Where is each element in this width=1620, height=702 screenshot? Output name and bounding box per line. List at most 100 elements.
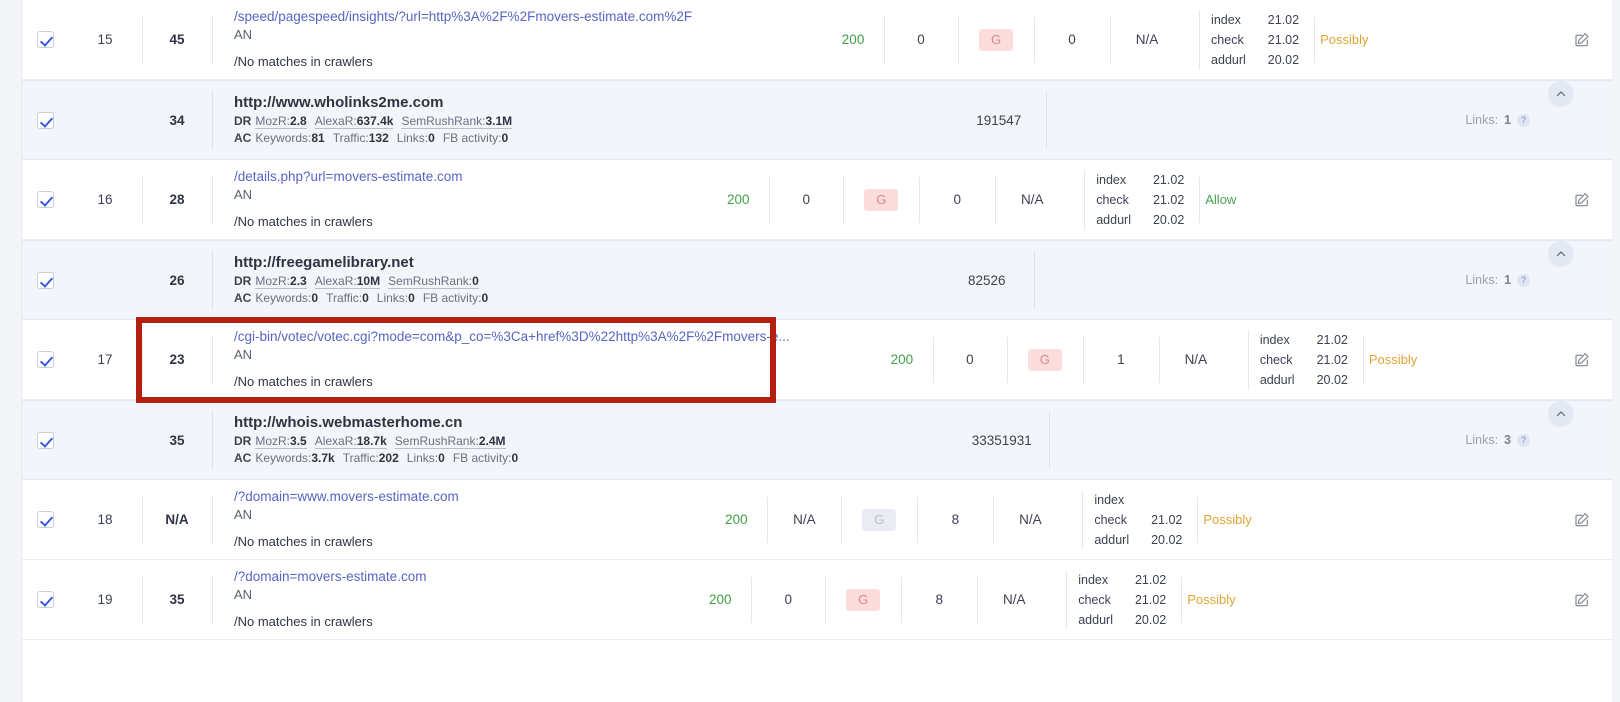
dr-metric-semrushrank[interactable]: SemRushRank:3.1M — [401, 114, 513, 129]
dr-metric-semrushrank[interactable]: SemRushRank:2.4M — [394, 434, 506, 449]
google-badge[interactable]: G — [979, 28, 1014, 51]
dr-metric-alexar[interactable]: AlexaR:18.7k — [314, 434, 387, 449]
row-select-cell — [22, 560, 68, 639]
metric-value: 2.8 — [290, 114, 307, 128]
row-url-cell: /?domain=www.movers-estimate.com AN/No ma… — [212, 480, 705, 559]
dr-metric-mozr[interactable]: MozR:3.5 — [255, 434, 307, 449]
metric-value: 0 — [481, 291, 489, 305]
dr-metric-alexar[interactable]: AlexaR:10M — [314, 274, 381, 289]
metric-value: 2.3 — [290, 274, 307, 288]
checkbox-checked-icon[interactable] — [36, 31, 54, 48]
dr-metric-mozr[interactable]: MozR:2.8 — [255, 114, 307, 129]
metric-2-cell: 0 — [919, 160, 995, 239]
url-link[interactable]: /?domain=movers-estimate.com — [234, 568, 426, 585]
metric-value: 637.4k — [356, 114, 394, 128]
ac-metric-keywords[interactable]: Keywords:81 — [255, 131, 324, 145]
question-mark-icon[interactable]: ? — [1517, 113, 1530, 127]
domain-count-cell: 191547 — [951, 81, 1047, 159]
ac-metric-links[interactable]: Links:0 — [377, 291, 415, 305]
edit-icon[interactable] — [1574, 352, 1590, 368]
date-key-addurl: addurl — [1211, 52, 1246, 67]
row-number-cell: 16 — [97, 192, 113, 207]
row-spacer — [1301, 560, 1552, 639]
metric-value: 132 — [368, 131, 389, 145]
domain-group-row: 35 http://whois.webmasterhome.cn DR MozR:3.… — [22, 400, 1612, 480]
dates-cell: index 21.02 check 21.02 addurl 20.02 — [1233, 320, 1363, 399]
edit-row-cell — [1552, 320, 1612, 399]
google-badge[interactable]: G — [1027, 348, 1062, 371]
url-link[interactable]: /?domain=www.movers-estimate.com — [234, 488, 459, 505]
domain-number-cell — [68, 241, 142, 319]
edit-icon[interactable] — [1574, 192, 1590, 208]
edit-icon[interactable] — [1574, 32, 1590, 48]
date-value-check: 21.02 — [1151, 512, 1183, 527]
checkbox-checked-icon[interactable] — [36, 591, 54, 608]
http-status-cell: 200 — [726, 192, 750, 207]
ac-metric-keywords[interactable]: Keywords:3.7k — [255, 451, 334, 465]
checkbox-checked-icon[interactable] — [36, 511, 54, 528]
anchor-label: AN — [234, 187, 253, 202]
chevron-up-icon — [1556, 251, 1566, 257]
ac-metric-fbactivity[interactable]: FB activity:0 — [423, 291, 488, 305]
metric-value: 3.1M — [485, 114, 513, 128]
google-badge[interactable]: G — [862, 508, 897, 531]
domain-host-link[interactable]: http://freegamelibrary.net — [234, 253, 927, 273]
dr-tag: DR — [234, 434, 252, 448]
dr-metric-semrushrank[interactable]: SemRushRank:0 — [388, 274, 479, 289]
checkbox-checked-icon[interactable] — [36, 271, 54, 289]
domain-links-label: Links: — [1465, 273, 1499, 287]
row-rank-cell: 35 — [142, 560, 212, 639]
collapse-group-button[interactable] — [1548, 81, 1574, 107]
dates-cell: index 21.02 check 21.02 addurl 20.02 — [1184, 0, 1314, 79]
ac-metric-keywords[interactable]: Keywords:0 — [255, 291, 318, 305]
checkbox-checked-icon[interactable] — [36, 111, 54, 129]
robots-rule-cell: Possibly — [1363, 320, 1483, 399]
domain-rank-cell: 34 — [169, 112, 185, 128]
chevron-up-icon — [1556, 411, 1566, 417]
row-select-cell — [22, 320, 68, 399]
dr-metric-mozr[interactable]: MozR:2.3 — [255, 274, 307, 289]
domain-rank-cell: 35 — [169, 432, 185, 448]
metric-value: 0 — [362, 291, 369, 305]
url-link[interactable]: /speed/pagespeed/insights/?url=http%3A%2… — [234, 8, 692, 25]
dates-cell: index 21.02 check 21.02 addurl 20.02 — [1069, 160, 1199, 239]
domain-info-cell: http://freegamelibrary.net DR MozR:2.3 Alex… — [212, 241, 939, 319]
collapse-group-button[interactable] — [1548, 241, 1575, 267]
ac-metric-traffic[interactable]: Traffic:132 — [333, 131, 389, 145]
ac-metric-fbactivity[interactable]: FB activity:0 — [453, 451, 518, 465]
ac-metric-traffic[interactable]: Traffic:0 — [326, 291, 369, 305]
checkbox-checked-icon[interactable] — [36, 431, 54, 449]
ac-metric-links[interactable]: Links:0 — [407, 451, 445, 465]
row-select-cell — [22, 241, 68, 319]
checkbox-checked-icon[interactable] — [36, 191, 54, 208]
date-value-addurl: 20.02 — [1316, 372, 1348, 387]
domain-links-label: Links: — [1465, 433, 1499, 447]
edit-icon[interactable] — [1574, 592, 1590, 608]
question-mark-icon[interactable]: ? — [1517, 433, 1530, 447]
date-key-index: index — [1211, 12, 1241, 27]
dates-cell: index 21.02 check 21.02 addurl 20.02 — [1051, 560, 1181, 639]
google-badge[interactable]: G — [864, 188, 899, 211]
metric-2-cell: 0 — [1034, 0, 1110, 79]
anchor-label: AN — [234, 347, 253, 362]
google-badge[interactable]: G — [846, 588, 881, 611]
domain-count-cell: 82526 — [939, 241, 1035, 319]
domain-rank-cell: 26 — [169, 272, 185, 288]
edit-icon[interactable] — [1574, 512, 1590, 528]
domain-host-link[interactable]: http://www.wholinks2me.com — [234, 93, 939, 113]
domain-links-cell: Links: 1? — [1465, 241, 1536, 319]
checkbox-checked-icon[interactable] — [36, 351, 54, 368]
ac-metric-links[interactable]: Links:0 — [397, 131, 435, 145]
domain-host-link[interactable]: http://whois.webmasterhome.cn — [234, 413, 942, 433]
robots-rule-text: Allow — [1205, 192, 1237, 207]
url-link[interactable]: /details.php?url=movers-estimate.com — [234, 168, 462, 185]
robots-rule-text: Possibly — [1320, 32, 1369, 47]
ac-metric-traffic[interactable]: Traffic:202 — [343, 451, 399, 465]
ac-metric-fbactivity[interactable]: FB activity:0 — [443, 131, 508, 145]
collapse-group-button[interactable] — [1548, 401, 1574, 427]
dr-metric-alexar[interactable]: AlexaR:637.4k — [314, 114, 394, 129]
metric-value: 3.5 — [290, 434, 307, 448]
row-spacer — [1319, 160, 1552, 239]
question-mark-icon[interactable]: ? — [1517, 273, 1531, 287]
url-link[interactable]: /cgi-bin/votec/votec.cgi?mode=com&p_co=%… — [234, 328, 790, 345]
